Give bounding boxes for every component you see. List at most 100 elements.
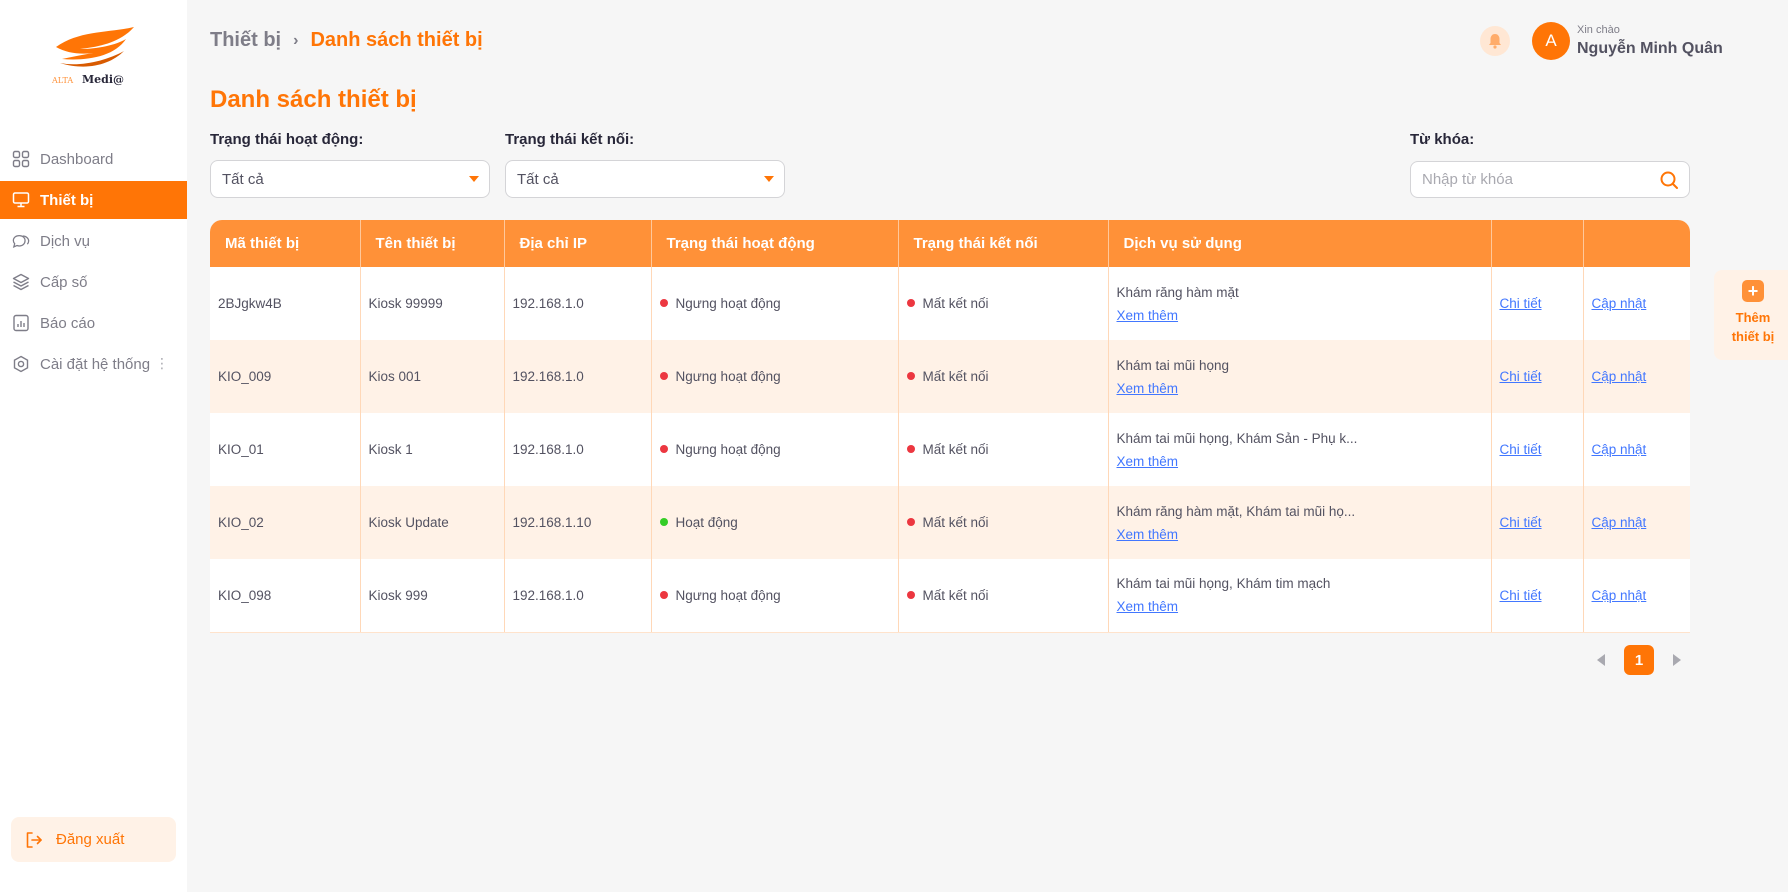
- column-header: Trạng thái kết nối: [898, 220, 1109, 267]
- sidebar-item-queue-numbers[interactable]: Cấp số: [0, 263, 187, 301]
- device-code-cell: KIO_01: [210, 413, 361, 486]
- device-code: KIO_01: [218, 442, 264, 457]
- device-name-cell: Kios 001: [360, 340, 505, 413]
- detail-link[interactable]: Chi tiết: [1500, 442, 1542, 457]
- connection-status-cell: Mất kết nối: [898, 340, 1109, 413]
- next-page-icon[interactable]: [1673, 654, 1681, 666]
- connection-status-text: Mất kết nối: [922, 515, 989, 530]
- update-cell: Cập nhật: [1583, 559, 1690, 633]
- user-name[interactable]: Nguyễn Minh Quân: [1577, 40, 1723, 58]
- see-more-link[interactable]: Xem thêm: [1117, 381, 1179, 396]
- column-header: Tên thiết bị: [360, 220, 505, 267]
- see-more-link[interactable]: Xem thêm: [1117, 599, 1179, 614]
- page-number-current[interactable]: 1: [1624, 645, 1654, 675]
- notification-button[interactable]: [1480, 26, 1510, 56]
- table-row: 2BJgkw4B Kiosk 99999 192.168.1.0 Ngưng hoạt…: [210, 267, 1690, 340]
- connection-status-cell: Mất kết nối: [898, 413, 1109, 486]
- detail-cell: Chi tiết: [1491, 267, 1584, 340]
- services-cell: Khám răng hàm mặt Xem thêm: [1108, 267, 1492, 340]
- column-header: Mã thiết bị: [210, 220, 361, 267]
- keyword-label: Từ khóa:: [1410, 131, 1475, 148]
- device-name-cell: Kiosk Update: [360, 486, 505, 559]
- greeting-text: Xin chào: [1577, 24, 1620, 36]
- settings-icon: [12, 355, 30, 373]
- detail-cell: Chi tiết: [1491, 559, 1584, 633]
- breadcrumb-devices[interactable]: Thiết bị: [210, 29, 281, 52]
- ip-cell: 192.168.1.0: [504, 267, 652, 340]
- column-header: Dịch vụ sử dụng: [1108, 220, 1492, 267]
- logo-text-right: Medi@: [82, 73, 124, 86]
- main-content: Thiết bị › Danh sách thiết bị A Xin chào…: [187, 0, 1788, 892]
- services-text: Khám tai mũi họng, Khám tim mạch: [1116, 576, 1331, 592]
- alta-media-logo[interactable]: ALTA Medi@: [50, 25, 136, 90]
- sidebar-item-services[interactable]: Dịch vụ: [0, 222, 187, 260]
- column-header: [1491, 220, 1584, 267]
- layers-icon: [12, 273, 30, 291]
- column-header: Địa chỉ IP: [504, 220, 652, 267]
- detail-link[interactable]: Chi tiết: [1500, 369, 1542, 384]
- breadcrumb-device-list: Danh sách thiết bị: [310, 29, 483, 51]
- services-text: Khám răng hàm mặt: [1116, 284, 1239, 300]
- connection-status-value: Tất cả: [517, 170, 559, 188]
- update-link[interactable]: Cập nhật: [1592, 515, 1647, 530]
- detail-cell: Chi tiết: [1491, 340, 1584, 413]
- active-status-cell: Hoạt động: [651, 486, 899, 559]
- ip-address: 192.168.1.0: [512, 369, 584, 384]
- more-options-icon[interactable]: ⋮: [155, 355, 169, 372]
- prev-page-icon[interactable]: [1597, 654, 1605, 666]
- services-cell: Khám tai mũi họng, Khám Sản - Phụ k... Xe…: [1108, 413, 1492, 486]
- device-table: Mã thiết bị Tên thiết bị Địa chỉ IP Trạn…: [210, 220, 1690, 633]
- monitor-icon: [12, 191, 30, 209]
- logout-icon: [24, 830, 44, 850]
- active-status-text: Ngưng hoạt động: [675, 369, 781, 384]
- active-status-cell: Ngưng hoạt động: [651, 413, 899, 486]
- add-device-button[interactable]: + Thêm thiết bị: [1714, 270, 1788, 360]
- detail-link[interactable]: Chi tiết: [1500, 515, 1542, 530]
- device-code-cell: 2BJgkw4B: [210, 267, 361, 340]
- search-icon[interactable]: [1659, 170, 1679, 190]
- table-row: KIO_02 Kiosk Update 192.168.1.10 Hoạt động M…: [210, 486, 1690, 559]
- ip-address: 192.168.1.0: [512, 442, 584, 457]
- status-dot-icon: [659, 372, 668, 381]
- status-dot-icon: [659, 591, 668, 600]
- sidebar-item-system-settings[interactable]: Cài đặt hệ thống ⋮: [0, 345, 187, 383]
- avatar[interactable]: A: [1532, 22, 1570, 60]
- sidebar-item-reports[interactable]: Báo cáo: [0, 304, 187, 342]
- see-more-link[interactable]: Xem thêm: [1117, 308, 1179, 323]
- see-more-link[interactable]: Xem thêm: [1117, 454, 1179, 469]
- detail-link[interactable]: Chi tiết: [1500, 296, 1542, 311]
- keyword-input[interactable]: [1411, 162, 1641, 196]
- connection-status-text: Mất kết nối: [922, 587, 989, 603]
- active-status-select[interactable]: Tất cả: [210, 160, 490, 198]
- ip-cell: 192.168.1.0: [504, 413, 652, 486]
- update-link[interactable]: Cập nhật: [1592, 369, 1647, 384]
- active-status-value: Tất cả: [222, 170, 264, 188]
- device-name: Kiosk 99999: [368, 296, 443, 311]
- sidebar-item-label: Dịch vụ: [40, 232, 91, 250]
- update-link[interactable]: Cập nhật: [1592, 442, 1647, 457]
- update-link[interactable]: Cập nhật: [1592, 296, 1647, 311]
- update-link[interactable]: Cập nhật: [1592, 588, 1647, 603]
- connection-status-select[interactable]: Tất cả: [505, 160, 785, 198]
- detail-link[interactable]: Chi tiết: [1500, 588, 1542, 603]
- sidebar-item-dashboard[interactable]: Dashboard: [0, 140, 187, 178]
- status-dot-icon: [906, 591, 915, 600]
- sidebar-item-label: Dashboard: [40, 150, 114, 168]
- sidebar-item-label: Thiết bị: [40, 191, 94, 209]
- sidebar-item-devices[interactable]: Thiết bị: [0, 181, 187, 219]
- ip-cell: 192.168.1.0: [504, 559, 652, 633]
- device-name: Kiosk Update: [368, 515, 449, 530]
- device-name: Kiosk 1: [368, 442, 413, 457]
- sidebar-item-label: Cấp số: [40, 273, 88, 291]
- see-more-link[interactable]: Xem thêm: [1117, 527, 1179, 542]
- services-cell: Khám răng hàm mặt, Khám tai mũi họ... Xem…: [1108, 486, 1492, 559]
- connection-status-cell: Mất kết nối: [898, 559, 1109, 633]
- sidebar-item-label: Cài đặt hệ thống: [40, 355, 151, 373]
- connection-status-text: Mất kết nối: [922, 369, 989, 384]
- sidebar-nav: Dashboard Thiết bị Dịch vụ Cấp số Báo cá…: [0, 140, 187, 386]
- table-row: KIO_009 Kios 001 192.168.1.0 Ngưng hoạt độn…: [210, 340, 1690, 413]
- connection-status-text: Mất kết nối: [922, 296, 989, 311]
- dashboard-icon: [12, 150, 30, 168]
- status-dot-icon: [659, 518, 668, 527]
- logout-button[interactable]: Đăng xuất: [11, 817, 176, 862]
